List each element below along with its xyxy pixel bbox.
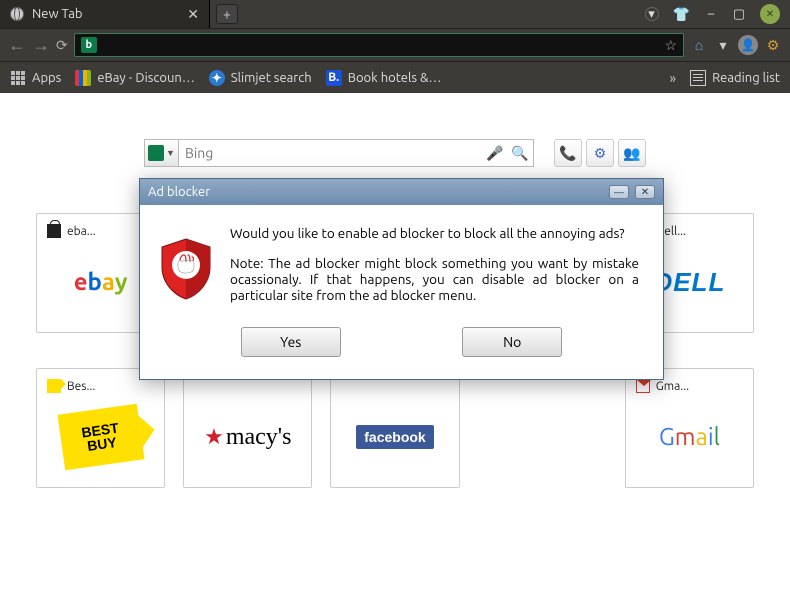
window-titlebar: New Tab ✕ + ▾ 👕 – ▢ bbox=[0, 0, 790, 28]
tile-macys[interactable]: ★macy's bbox=[183, 368, 312, 488]
dialog-note: Note: The ad blocker might block somethi… bbox=[230, 255, 639, 303]
dialog-minimize-button[interactable]: — bbox=[609, 185, 629, 199]
dialog-title: Ad blocker bbox=[148, 185, 210, 199]
tile-bestbuy[interactable]: Bes... BEST BUY bbox=[36, 368, 165, 488]
reading-list-icon bbox=[690, 70, 706, 86]
tile-facebook[interactable]: facebook bbox=[330, 368, 459, 488]
reload-button[interactable]: ⟳ bbox=[56, 37, 68, 54]
chevron-down-icon: ▼ bbox=[166, 148, 175, 158]
apps-grid-icon bbox=[10, 70, 26, 86]
bookmark-label: eBay - Discoun… bbox=[97, 71, 194, 85]
tile-label: Bes... bbox=[67, 380, 95, 393]
gmail-favicon-icon bbox=[636, 379, 650, 393]
tile-label: eba... bbox=[67, 225, 96, 238]
facebook-logo: facebook bbox=[356, 425, 433, 449]
settings-gear-icon[interactable]: ⚙ bbox=[764, 36, 782, 54]
shirt-icon[interactable]: 👕 bbox=[673, 6, 690, 23]
window-maximize-button[interactable]: ▢ bbox=[732, 7, 746, 21]
new-tab-page: ▼ 🎤 🔍 📞 ⚙ 👥 eba... ebay Dell... DELL Bes… bbox=[0, 93, 790, 596]
titlebar-dropdown-icon[interactable]: ▾ bbox=[645, 7, 659, 21]
bestbuy-favicon-icon bbox=[47, 379, 61, 393]
ebay-logo: ebay bbox=[74, 268, 128, 297]
browser-tab[interactable]: New Tab ✕ bbox=[0, 0, 210, 28]
macys-logo: ★macy's bbox=[204, 424, 291, 451]
tile-gmail[interactable]: Gma... Gmail bbox=[625, 368, 754, 488]
bookmark-label: Apps bbox=[32, 71, 61, 85]
reading-list-button[interactable]: Reading list bbox=[690, 70, 780, 86]
booking-icon: B. bbox=[326, 70, 342, 86]
quick-people-icon[interactable]: 👥 bbox=[618, 139, 646, 167]
search-icon[interactable]: 🔍 bbox=[507, 145, 533, 162]
ebay-favicon-icon bbox=[47, 224, 61, 238]
dell-logo: DELL bbox=[653, 267, 725, 298]
slimjet-icon: ✦ bbox=[209, 70, 225, 86]
tab-title: New Tab bbox=[32, 7, 83, 21]
reading-list-label: Reading list bbox=[712, 71, 780, 85]
bookmark-book-hotels[interactable]: B. Book hotels &… bbox=[326, 70, 442, 86]
bookmarks-overflow-button[interactable]: » bbox=[670, 70, 677, 86]
window-minimize-button[interactable]: – bbox=[704, 7, 718, 21]
quick-settings-icon[interactable]: ⚙ bbox=[586, 139, 614, 167]
globe-icon bbox=[10, 7, 24, 21]
back-button[interactable]: ← bbox=[8, 35, 26, 56]
address-bar[interactable]: b ☆ bbox=[74, 33, 684, 57]
bing-icon bbox=[148, 145, 164, 161]
dialog-yes-button[interactable]: Yes bbox=[241, 327, 341, 357]
bookmark-apps[interactable]: Apps bbox=[10, 70, 61, 86]
search-engine-icon: b bbox=[81, 37, 97, 53]
dialog-no-button[interactable]: No bbox=[462, 327, 562, 357]
gmail-logo: Gmail bbox=[659, 423, 720, 452]
microphone-icon[interactable]: 🎤 bbox=[483, 145, 507, 162]
toolbar-dropdown-icon[interactable]: ▾ bbox=[714, 36, 732, 54]
tab-close-icon[interactable]: ✕ bbox=[187, 6, 199, 23]
dialog-titlebar[interactable]: Ad blocker — ✕ bbox=[140, 179, 663, 205]
bookmark-slimjet[interactable]: ✦ Slimjet search bbox=[209, 70, 312, 86]
search-input[interactable] bbox=[179, 145, 483, 161]
home-button[interactable]: ⌂ bbox=[690, 36, 708, 54]
dialog-close-button[interactable]: ✕ bbox=[635, 185, 655, 199]
profile-avatar-icon[interactable]: 👤 bbox=[738, 35, 758, 55]
new-tab-button[interactable]: + bbox=[216, 4, 238, 24]
quick-dial-icon[interactable]: 📞 bbox=[554, 139, 582, 167]
bookmark-star-icon[interactable]: ☆ bbox=[664, 37, 677, 54]
bookmark-ebay[interactable]: eBay - Discoun… bbox=[75, 70, 194, 86]
shield-hand-icon bbox=[158, 225, 214, 303]
ad-blocker-dialog: Ad blocker — ✕ Would you like to enable … bbox=[139, 178, 664, 380]
search-engine-selector[interactable]: ▼ bbox=[145, 140, 179, 166]
page-search-box[interactable]: ▼ 🎤 🔍 bbox=[144, 139, 534, 167]
bookmark-label: Slimjet search bbox=[231, 71, 312, 85]
dialog-question: Would you like to enable ad blocker to b… bbox=[230, 225, 639, 241]
bestbuy-logo: BEST BUY bbox=[57, 404, 144, 471]
navigation-toolbar: ← → ⟳ b ☆ ⌂ ▾ 👤 ⚙ bbox=[0, 28, 790, 61]
forward-button[interactable]: → bbox=[32, 35, 50, 56]
speed-dial-row-2: Bes... BEST BUY ★macy's facebook Gma... … bbox=[36, 368, 754, 488]
ebay-icon bbox=[75, 70, 91, 86]
tile-label: Gma... bbox=[656, 380, 689, 393]
bookmarks-bar: Apps eBay - Discoun… ✦ Slimjet search B.… bbox=[0, 61, 790, 93]
bookmark-label: Book hotels &… bbox=[348, 71, 442, 85]
window-close-button[interactable] bbox=[760, 4, 780, 24]
